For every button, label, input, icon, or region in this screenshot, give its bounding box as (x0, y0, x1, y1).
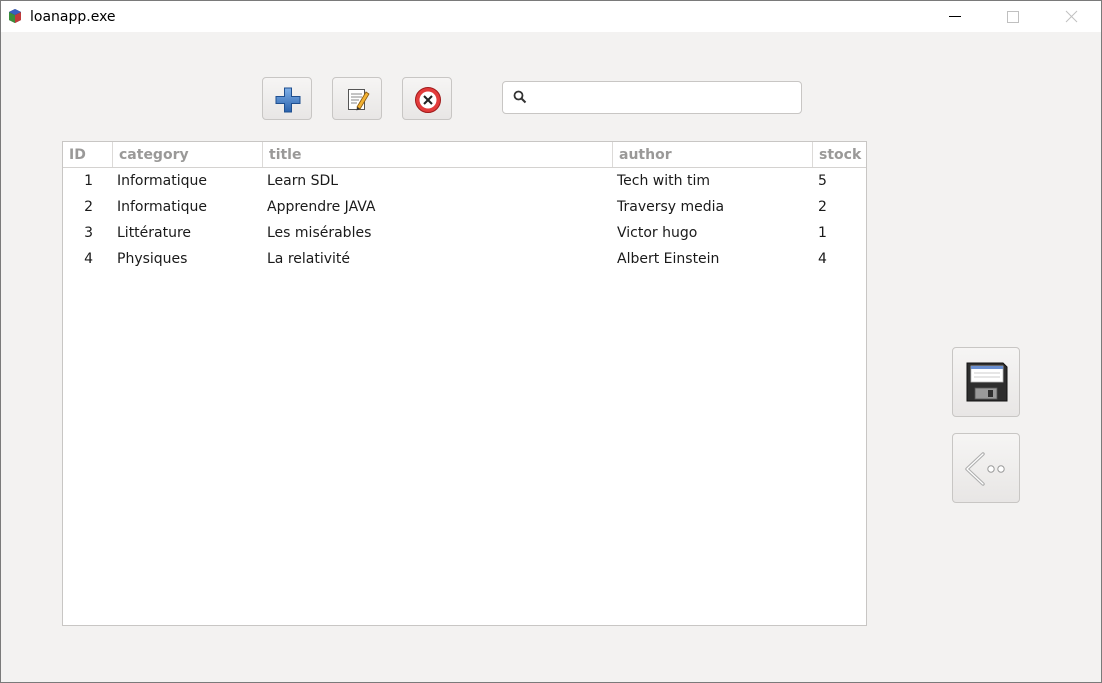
cell-category: Littérature (117, 225, 192, 241)
cell-author: Albert Einstein (617, 251, 720, 267)
window-title: loanapp.exe (30, 9, 116, 25)
minimize-button[interactable] (926, 1, 984, 32)
maximize-button[interactable] (984, 1, 1042, 32)
cell-stock: 4 (818, 251, 827, 267)
floppy-disk-icon (966, 362, 1008, 402)
back-button[interactable] (952, 433, 1020, 503)
table-row[interactable]: 3 Littérature Les misérables Victor hugo… (63, 220, 866, 246)
cell-category: Physiques (117, 251, 188, 267)
cell-author: Victor hugo (617, 225, 698, 241)
books-table[interactable]: ID category title author stock 1 Informa… (62, 141, 867, 626)
table-row[interactable]: 2 Informatique Apprendre JAVA Traversy m… (63, 194, 866, 220)
search-input[interactable] (533, 86, 797, 111)
cell-id: 3 (84, 225, 93, 241)
save-button[interactable] (952, 347, 1020, 417)
delete-circle-icon (415, 87, 441, 113)
cell-category: Informatique (117, 173, 207, 189)
column-header-author[interactable]: author (613, 142, 813, 167)
plus-icon (275, 87, 301, 113)
table-row[interactable]: 4 Physiques La relativité Albert Einstei… (63, 246, 866, 272)
cell-stock: 1 (818, 225, 827, 241)
table-row[interactable]: 1 Informatique Learn SDL Tech with tim 5 (63, 168, 866, 194)
add-button[interactable] (262, 77, 312, 120)
cell-author: Tech with tim (617, 173, 710, 189)
maximize-icon (1007, 11, 1019, 23)
column-header-stock[interactable]: stock (813, 142, 866, 167)
back-arrow-icon (965, 452, 1005, 486)
cell-stock: 2 (818, 199, 827, 215)
column-header-id[interactable]: ID (63, 142, 113, 167)
cell-category: Informatique (117, 199, 207, 215)
title-bar[interactable]: loanapp.exe (1, 1, 1101, 32)
cell-author: Traversy media (617, 199, 725, 215)
app-window: loanapp.exe ID category title author sto… (0, 0, 1102, 683)
column-header-title[interactable]: title (263, 142, 613, 167)
close-button[interactable] (1042, 1, 1100, 32)
cell-id: 1 (84, 173, 93, 189)
table-header: ID category title author stock (63, 142, 866, 168)
cell-title: Learn SDL (267, 173, 339, 189)
close-icon (1065, 10, 1078, 23)
cell-title: Apprendre JAVA (267, 199, 376, 215)
search-box[interactable] (502, 81, 802, 114)
app-icon (9, 9, 21, 23)
table-body: 1 Informatique Learn SDL Tech with tim 5… (63, 168, 866, 272)
column-header-category[interactable]: category (113, 142, 263, 167)
edit-note-icon (348, 89, 370, 111)
cell-id: 2 (84, 199, 93, 215)
cell-title: Les misérables (267, 225, 372, 241)
cell-title: La relativité (267, 251, 351, 267)
cell-id: 4 (84, 251, 93, 267)
delete-button[interactable] (402, 77, 452, 120)
search-icon (513, 90, 527, 104)
cell-stock: 5 (818, 173, 827, 189)
edit-button[interactable] (332, 77, 382, 120)
minimize-icon (949, 16, 961, 17)
